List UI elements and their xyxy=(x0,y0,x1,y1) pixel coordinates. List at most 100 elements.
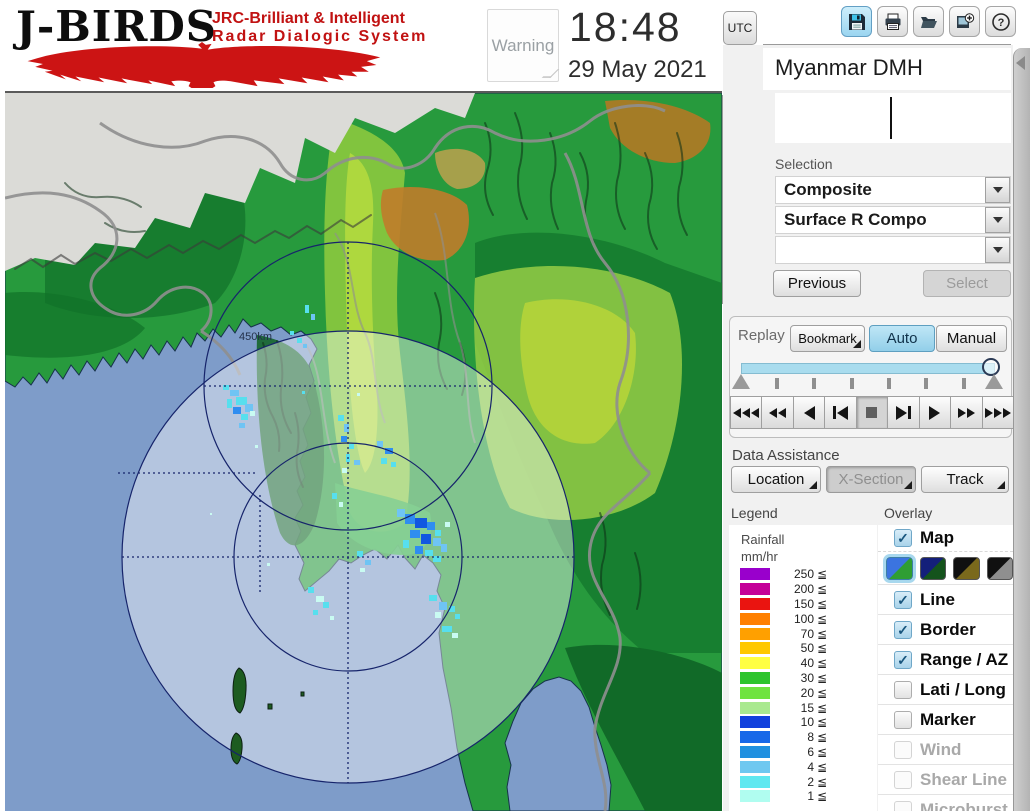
first-icon xyxy=(833,406,837,419)
option-dropdown-arrow[interactable] xyxy=(985,237,1010,263)
logo-subtitle-line1: JRC-Brilliant & Intelligent xyxy=(212,10,405,27)
utc-button[interactable]: UTC xyxy=(723,11,757,45)
signal-cursor xyxy=(890,97,892,139)
playback-fwd3-button[interactable] xyxy=(981,396,1014,429)
track-button[interactable]: Track xyxy=(921,466,1009,493)
legend-row: 6 ≦ xyxy=(735,745,875,760)
checked-checkbox-icon[interactable]: ✓ xyxy=(894,590,912,609)
legend-color-swatch xyxy=(740,686,770,699)
print-icon xyxy=(885,13,900,30)
legend-label: Legend xyxy=(731,505,778,521)
playback-right-button[interactable] xyxy=(918,396,952,429)
select-button[interactable]: Select xyxy=(923,270,1011,297)
data-assistance-label: Data Assistance xyxy=(732,447,840,464)
overlay-item-microburst[interactable]: Microburst xyxy=(878,794,1013,811)
open-folder-button[interactable] xyxy=(913,6,944,37)
legend-color-swatch xyxy=(740,612,770,625)
fwd2-icon xyxy=(966,407,975,418)
save-button[interactable] xyxy=(841,6,872,37)
replay-group: Replay Bookmark Auto Manual xyxy=(729,316,1014,438)
legend-symbol: ≦ xyxy=(817,789,828,804)
unchecked-checkbox-icon[interactable] xyxy=(894,710,912,729)
manual-button[interactable]: Manual xyxy=(936,325,1007,352)
corner-fold-icon xyxy=(853,340,861,348)
overlay-item-wind[interactable]: Wind xyxy=(878,734,1013,764)
svg-text:?: ? xyxy=(997,17,1004,29)
composite-dropdown-arrow[interactable] xyxy=(985,177,1010,203)
x-section-button[interactable]: X-Section xyxy=(826,466,916,493)
left-icon xyxy=(803,405,815,420)
collapse-arrow-icon[interactable] xyxy=(1016,56,1025,70)
panel-scrollbar[interactable] xyxy=(1013,48,1030,811)
fwd3-icon xyxy=(984,407,993,418)
slider-tick xyxy=(886,378,891,389)
playback-last-button[interactable] xyxy=(887,396,920,429)
slider-tick xyxy=(849,378,854,389)
overlay-item-label: Line xyxy=(920,589,955,609)
checked-checkbox-icon[interactable]: ✓ xyxy=(894,529,912,547)
slider-tick xyxy=(812,378,817,389)
previous-button[interactable]: Previous xyxy=(773,270,861,297)
bookmark-button[interactable]: Bookmark xyxy=(790,325,865,352)
legend-row: 10 ≦ xyxy=(735,715,875,730)
map-style-swatch[interactable] xyxy=(919,556,946,580)
replay-slider-track[interactable] xyxy=(741,363,995,374)
legend-color-swatch xyxy=(740,760,770,773)
playback-left-button[interactable] xyxy=(792,396,826,429)
map-style-swatch[interactable] xyxy=(986,556,1013,580)
checked-checkbox-icon[interactable]: ✓ xyxy=(894,620,912,639)
unchecked-checkbox-icon[interactable] xyxy=(894,740,912,759)
overlay-item-border[interactable]: ✓ Border xyxy=(878,614,1013,644)
add-image-button[interactable] xyxy=(949,6,980,37)
overlay-item-marker[interactable]: Marker xyxy=(878,704,1013,734)
playback-rew2-button[interactable] xyxy=(761,396,794,429)
overlay-item-lati-long[interactable]: Lati / Long xyxy=(878,674,1013,704)
legend-color-swatch xyxy=(740,716,770,729)
overlay-item-label: Map xyxy=(920,528,954,547)
product-dropdown[interactable]: Surface R Compo xyxy=(775,206,1011,234)
warning-button[interactable]: Warning xyxy=(487,9,560,82)
legend-row: 100 ≦ xyxy=(735,611,875,626)
fwd2-icon xyxy=(957,407,966,418)
help-button[interactable]: ? xyxy=(985,6,1016,37)
playback-fwd2-button[interactable] xyxy=(950,396,983,429)
unchecked-checkbox-icon[interactable] xyxy=(894,680,912,699)
legend-value: 150 xyxy=(793,596,814,611)
option-dropdown[interactable] xyxy=(775,236,1011,264)
playback-rew3-button[interactable] xyxy=(730,396,763,429)
unchecked-checkbox-icon[interactable] xyxy=(894,770,912,789)
legend-value: 50 xyxy=(800,641,814,656)
legend-color-swatch xyxy=(740,657,770,670)
legend-symbol: ≦ xyxy=(817,715,828,730)
overlay-item-shear-line[interactable]: Shear Line xyxy=(878,764,1013,794)
legend-row: 250 ≦ xyxy=(735,567,875,582)
overlay-item-map[interactable]: ✓ Map xyxy=(878,525,1013,551)
legend-symbol: ≦ xyxy=(817,730,828,745)
radar-map[interactable]: 450km xyxy=(5,91,722,811)
playback-stop-button[interactable] xyxy=(855,396,889,429)
print-button[interactable] xyxy=(877,6,908,37)
legend-panel: Rainfall mm/hr 250 ≦ 200 ≦ 150 ≦ 100 ≦ 70 ≦ 50 ≦ 40 ≦… xyxy=(729,525,877,811)
composite-dropdown[interactable]: Composite xyxy=(775,176,1011,204)
rew3-icon xyxy=(733,407,742,418)
location-button[interactable]: Location xyxy=(731,466,821,493)
legend-symbol: ≦ xyxy=(817,611,828,626)
unchecked-checkbox-icon[interactable] xyxy=(894,800,912,811)
product-dropdown-arrow[interactable] xyxy=(985,207,1010,233)
legend-symbol: ≦ xyxy=(817,774,828,789)
auto-button[interactable]: Auto xyxy=(869,325,935,352)
checked-checkbox-icon[interactable]: ✓ xyxy=(894,650,912,669)
overlay-item-range-az[interactable]: ✓ Range / AZ xyxy=(878,644,1013,674)
rew3-icon xyxy=(751,407,760,418)
corner-fold-icon xyxy=(809,481,817,489)
resize-grip-icon[interactable] xyxy=(541,69,560,78)
legend-symbol: ≦ xyxy=(817,685,828,700)
legend-color-swatch xyxy=(740,775,770,788)
playback-first-button[interactable] xyxy=(824,396,857,429)
map-style-swatch[interactable] xyxy=(883,553,916,583)
overlay-item-line[interactable]: ✓ Line xyxy=(878,584,1013,614)
chevron-down-icon xyxy=(992,187,1003,193)
map-style-swatch[interactable] xyxy=(953,556,980,580)
overlay-item-label: Microburst xyxy=(920,799,1008,811)
slider-tick xyxy=(961,378,966,389)
